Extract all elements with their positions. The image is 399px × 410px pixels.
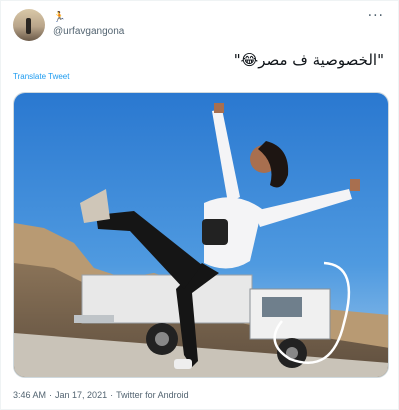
tweet-media-photo[interactable] [13,92,389,378]
tweet-source: Twitter for Android [116,390,189,400]
photo-illustration [14,93,388,377]
avatar[interactable] [13,9,45,41]
user-handle[interactable]: @urfavgangona [53,26,124,37]
meta-separator: · [49,390,53,400]
tweet-time[interactable]: 3:46 AM [13,390,46,400]
display-name-row[interactable]: 🏃 [53,10,66,24]
tweet-text: "الخصوصية ف مصر😂" [233,51,384,69]
meta-separator: · [110,390,114,400]
tweet-date[interactable]: Jan 17, 2021 [55,390,107,400]
translate-tweet-link[interactable]: Translate Tweet [13,72,69,81]
display-name[interactable]: 🏃 [53,12,66,23]
tweet-meta: 3:46 AM · Jan 17, 2021 · Twitter for Android [13,390,189,400]
avatar-figure [26,18,31,34]
more-options-icon[interactable]: ··· [368,9,384,23]
tweet-card: 🏃 @urfavgangona ··· "الخصوصية ف مصر😂" Tr… [0,0,399,410]
